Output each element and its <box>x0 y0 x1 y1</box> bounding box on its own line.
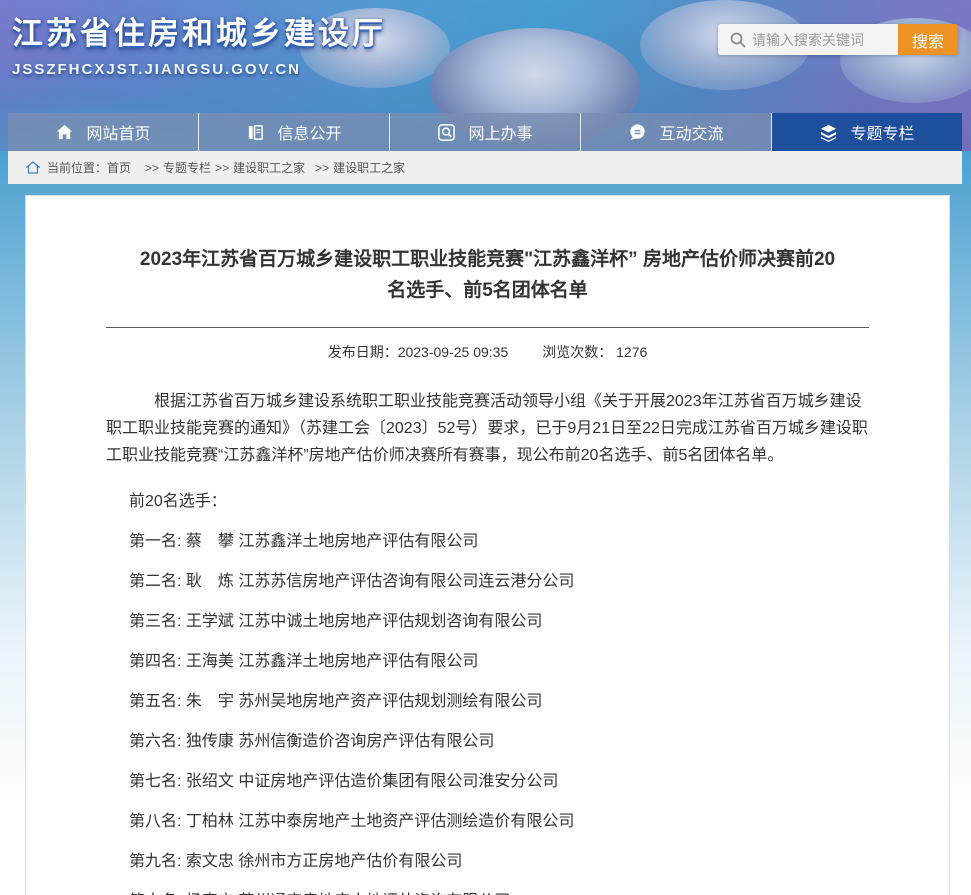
info-disclosure-icon <box>246 123 265 142</box>
breadcrumb-separator: >> <box>315 161 329 175</box>
article-paragraph: 根据江苏省百万城乡建设系统职工职业技能竞赛活动领导小组《关于开展2023年江苏省… <box>106 388 869 469</box>
winner-row-5: 第五名: 朱 宇 苏州吴地房地产资产评估规划测绘有限公司 <box>106 689 869 715</box>
nav-item-label: 网上办事 <box>468 120 532 144</box>
nav-item-online-service[interactable]: 网上办事 <box>390 113 581 151</box>
article-card: 2023年江苏省百万城乡建设职工职业技能竞赛"江苏鑫洋杯” 房地产估价师决赛前2… <box>25 195 950 895</box>
nav-item-label: 信息公开 <box>277 120 341 144</box>
breadcrumb-home-icon <box>26 161 40 174</box>
nav-item-info-disclosure[interactable]: 信息公开 <box>199 113 390 151</box>
winner-row-1: 第一名: 蔡 攀 江苏鑫洋土地房地产评估有限公司 <box>106 529 869 555</box>
nav-item-home[interactable]: 网站首页 <box>8 113 199 151</box>
article-body: 根据江苏省百万城乡建设系统职工职业技能竞赛活动领导小组《关于开展2023年江苏省… <box>106 388 869 895</box>
main-nav: 网站首页 信息公开 网上办事 <box>8 113 962 151</box>
winner-row-9: 第九名: 索文忠 徐州市方正房地产估价有限公司 <box>106 849 869 875</box>
breadcrumb: 当前位置： 首页 >> 专题专栏 >> 建设职工之家 >> 建设职工之家 <box>8 151 962 184</box>
breadcrumb-separator: >> <box>215 161 229 175</box>
winner-row-6: 第六名: 独传康 苏州信衡造价咨询房产评估有限公司 <box>106 729 869 755</box>
nav-item-special-topics[interactable]: 专题专栏 <box>772 113 962 151</box>
breadcrumb-prefix: 当前位置： <box>47 159 107 176</box>
breadcrumb-link-home[interactable]: 首页 <box>107 159 131 176</box>
views-label: 浏览次数： <box>542 342 612 362</box>
nav-item-label: 互动交流 <box>659 120 723 144</box>
views-count: 1276 <box>616 344 647 360</box>
breadcrumb-link-special-topics[interactable]: 专题专栏 <box>163 159 211 176</box>
layers-icon <box>819 123 838 142</box>
publish-date-value: 2023-09-25 09:35 <box>398 344 509 360</box>
article-title: 2023年江苏省百万城乡建设职工职业技能竞赛"江苏鑫洋杯” 房地产估价师决赛前2… <box>106 244 869 306</box>
online-service-icon <box>437 123 456 142</box>
winner-row-3: 第三名: 王学斌 江苏中诚土地房地产评估规划咨询有限公司 <box>106 609 869 635</box>
nav-item-interaction[interactable]: 互动交流 <box>581 113 772 151</box>
site-url: JSSZFHCXJST.JIANGSU.GOV.CN <box>12 61 386 78</box>
search-input-wrap <box>718 24 898 55</box>
winner-row-7: 第七名: 张绍文 中证房地产评估造价集团有限公司淮安分公司 <box>106 769 869 795</box>
home-icon <box>55 123 74 142</box>
title-divider <box>106 327 869 328</box>
winners-list-heading: 前20名选手： <box>106 489 869 515</box>
search-box: 搜索 <box>718 24 958 55</box>
winner-row-10: 第十名: 杨真宁 苏州通宜房地产土地评估咨询有限公司 <box>106 889 869 895</box>
chat-icon <box>628 123 647 142</box>
breadcrumb-link-workers-home-2[interactable]: 建设职工之家 <box>333 159 405 176</box>
publish-date-label: 发布日期： <box>328 342 398 362</box>
breadcrumb-link-workers-home[interactable]: 建设职工之家 <box>233 159 305 176</box>
winner-row-4: 第四名: 王海美 江苏鑫洋土地房地产评估有限公司 <box>106 649 869 675</box>
site-logo[interactable]: 江苏省住房和城乡建设厅 JSSZFHCXJST.JIANGSU.GOV.CN <box>12 8 386 78</box>
site-banner: 江苏省住房和城乡建设厅 JSSZFHCXJST.JIANGSU.GOV.CN 搜… <box>0 0 971 151</box>
search-button[interactable]: 搜索 <box>898 24 958 55</box>
breadcrumb-separator: >> <box>145 161 159 175</box>
site-name: 江苏省住房和城乡建设厅 <box>12 8 386 53</box>
article-meta: 发布日期：2023-09-25 09:35 浏览次数： 1276 <box>106 342 869 362</box>
search-input[interactable] <box>752 32 890 48</box>
nav-item-label: 网站首页 <box>86 120 150 144</box>
nav-item-label: 专题专栏 <box>850 120 914 144</box>
winner-row-8: 第八名: 丁柏林 江苏中泰房地产土地资产评估测绘造价有限公司 <box>106 809 869 835</box>
search-icon <box>730 32 746 48</box>
winner-row-2: 第二名: 耿 炼 江苏苏信房地产评估咨询有限公司连云港分公司 <box>106 569 869 595</box>
